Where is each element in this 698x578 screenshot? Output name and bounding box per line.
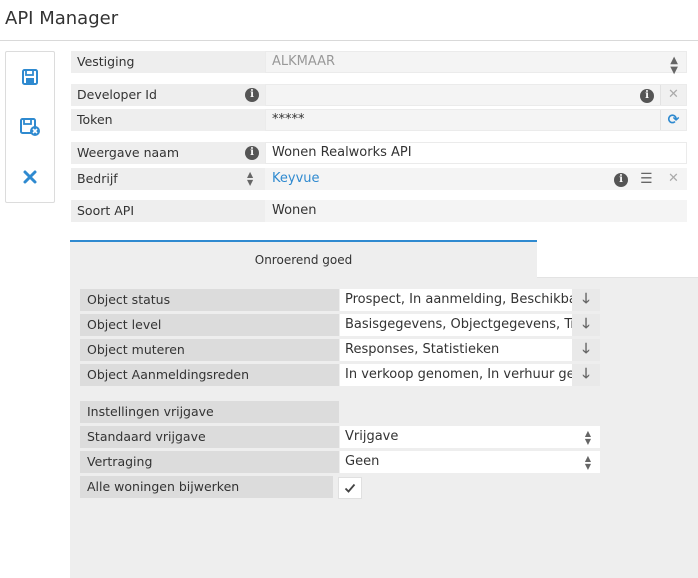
save-close-icon	[19, 117, 41, 137]
info-icon[interactable]: i	[245, 88, 259, 102]
object-level-dropdown-button[interactable]: 🡓	[572, 314, 600, 336]
token-value: *****	[272, 112, 305, 127]
object-muteren-dropdown-button[interactable]: 🡓	[572, 339, 600, 361]
object-muteren-select[interactable]: Responses, Statistieken	[340, 339, 572, 361]
object-status-label: Object status	[80, 289, 339, 311]
standaard-vrijgave-select[interactable]: Vrijgave ▲ ▼	[340, 426, 600, 448]
weergave-naam-label-text: Weergave naam	[77, 145, 180, 160]
arrow-down-icon: 🡓	[582, 341, 590, 357]
vertraging-select[interactable]: Geen ▲ ▼	[340, 451, 600, 473]
bedrijf-link[interactable]: Keyvue	[272, 171, 320, 186]
standaard-vrijgave-label: Standaard vrijgave	[80, 426, 339, 448]
vestiging-select[interactable]: ALKMAAR ▲ ▼	[265, 51, 687, 76]
sort-arrows-icon: ▲ ▼	[584, 429, 591, 446]
alle-woningen-label: Alle woningen bijwerken	[80, 476, 333, 498]
clear-icon[interactable]: ✕	[668, 169, 679, 189]
tab-onroerend-goed[interactable]: Onroerend goed	[70, 240, 537, 278]
object-aanmeldingsreden-dropdown-button[interactable]: 🡓	[572, 364, 600, 386]
info-icon[interactable]: i	[640, 89, 654, 103]
vestiging-value: ALKMAAR	[272, 54, 336, 69]
object-aanmeldingsreden-label: Object Aanmeldingsreden	[80, 364, 339, 386]
soort-api-value: Wonen	[265, 200, 687, 222]
bedrijf-select[interactable]: Keyvue i ☰ ✕	[265, 168, 687, 190]
token-input[interactable]: ***** ⟳	[265, 109, 687, 131]
vestiging-label: Vestiging	[71, 51, 265, 73]
page-title: API Manager	[5, 8, 119, 29]
clear-developer-id-button[interactable]: ✕	[660, 85, 686, 105]
info-icon[interactable]: i	[614, 173, 628, 187]
object-level-label: Object level	[80, 314, 339, 336]
tab-strip: Onroerend goed	[70, 240, 698, 278]
object-aanmeldingsreden-select[interactable]: In verkoop genomen, In verhuur gen	[340, 364, 572, 386]
instellingen-vrijgave-heading: Instellingen vrijgave	[80, 401, 339, 423]
close-button[interactable]	[6, 157, 54, 197]
list-icon[interactable]: ☰	[640, 169, 653, 189]
arrow-down-icon: 🡓	[582, 291, 590, 307]
action-toolbar	[5, 51, 55, 203]
object-status-select[interactable]: Prospect, In aanmelding, Beschikbaar	[340, 289, 572, 311]
sort-arrows-icon: ▲ ▼	[584, 454, 591, 471]
checkmark-icon	[344, 479, 356, 498]
arrow-down-icon: 🡓	[582, 316, 590, 332]
vertraging-value: Geen	[345, 454, 380, 469]
developer-id-label: Developer Id i	[71, 84, 265, 106]
clear-icon: ✕	[668, 87, 679, 102]
info-icon[interactable]: i	[245, 146, 259, 160]
soort-api-label: Soort API	[71, 200, 265, 222]
object-status-dropdown-button[interactable]: 🡓	[572, 289, 600, 311]
save-icon	[21, 68, 39, 86]
object-level-select[interactable]: Basisgegevens, Objectgegevens, Tran	[340, 314, 572, 336]
bedrijf-label-text: Bedrijf	[77, 171, 118, 186]
weergave-naam-label: Weergave naam i	[71, 142, 265, 164]
arrow-down-icon: 🡓	[582, 366, 590, 382]
save-and-close-button[interactable]	[6, 107, 54, 147]
refresh-icon: ⟳	[667, 112, 680, 128]
vertraging-label: Vertraging	[80, 451, 339, 473]
developer-id-input[interactable]: i ✕	[265, 84, 687, 106]
developer-id-label-text: Developer Id	[77, 87, 157, 102]
token-label: Token	[71, 109, 265, 131]
bedrijf-label: Bedrijf ▲ ▼	[71, 168, 265, 190]
save-button[interactable]	[6, 57, 54, 97]
title-divider	[0, 40, 698, 41]
close-icon	[22, 169, 38, 185]
refresh-token-button[interactable]: ⟳	[660, 110, 686, 130]
object-muteren-label: Object muteren	[80, 339, 339, 361]
sort-arrows-icon: ▲ ▼	[670, 55, 678, 76]
weergave-naam-input[interactable]: Wonen Realworks API	[265, 142, 687, 164]
standaard-vrijgave-value: Vrijgave	[345, 429, 399, 444]
alle-woningen-checkbox[interactable]	[338, 477, 362, 499]
sort-arrows-icon[interactable]: ▲ ▼	[247, 171, 253, 187]
